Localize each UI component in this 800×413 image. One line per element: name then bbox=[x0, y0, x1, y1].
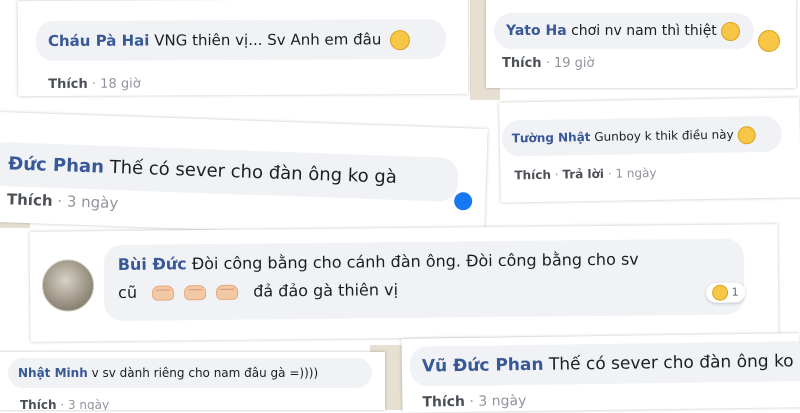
comment-author[interactable]: Đức Phan bbox=[8, 153, 104, 177]
comment-text: VNG thiên vị... Sv Anh em đâu bbox=[154, 30, 382, 50]
comment-actions: Thích · 18 giờ bbox=[48, 76, 141, 93]
comment-card-yato-ha: Yato Ha chơi nv nam thì thiệt Thích · 19… bbox=[486, 0, 796, 88]
comment-card-nhat-minh: Nhật Minh v sv dành riêng cho nam đâu gà… bbox=[0, 352, 385, 410]
laughing-face-icon bbox=[712, 284, 729, 301]
like-link[interactable]: Thích bbox=[48, 77, 88, 92]
reaction-count: 1 bbox=[731, 285, 739, 299]
like-link[interactable]: Thích bbox=[514, 168, 551, 183]
neutral-face-icon bbox=[390, 29, 411, 50]
comment-actions: Thích · 3 ngày bbox=[20, 398, 110, 410]
comment-card-tuong-nhat: Tường Nhật Gunboy k thik điều này Thích … bbox=[499, 97, 800, 203]
comment-actions: Thích · 19 giờ bbox=[502, 56, 595, 71]
like-icon[interactable] bbox=[451, 189, 475, 213]
like-link[interactable]: Thích bbox=[20, 398, 57, 410]
comment-text: Gunboy k thik điều này bbox=[594, 127, 734, 144]
like-link[interactable]: Thích bbox=[422, 394, 465, 411]
comment-actions: Thích · 3 ngày bbox=[422, 393, 527, 411]
smiling-face-icon bbox=[737, 125, 756, 144]
reply-link[interactable]: Trả lời bbox=[562, 167, 604, 182]
comment-bubble: Nhật Minh v sv dành riêng cho nam đâu gà… bbox=[8, 358, 372, 388]
comment-text-line1: Đòi công bằng cho cánh đàn ông. Đòi công… bbox=[191, 249, 639, 274]
comment-timestamp[interactable]: 1 ngày bbox=[615, 166, 656, 181]
comment-author[interactable]: Vũ Đức Phan bbox=[422, 355, 544, 377]
comment-card-duc-phan: Đức Phan Thế có sever cho đàn ông ko gà … bbox=[0, 112, 488, 239]
comment-bubble: Cháu Pà Hai VNG thiên vị... Sv Anh em đâ… bbox=[35, 18, 447, 62]
comment-bubble: Vũ Đức Phan Thế có sever cho đàn ông ko bbox=[409, 340, 800, 387]
avatar[interactable] bbox=[41, 259, 95, 312]
comment-bubble: Bùi Đức Đòi công bằng cho cánh đàn ông. … bbox=[103, 238, 745, 322]
comment-text: Thế có sever cho đàn ông ko gà bbox=[109, 156, 398, 188]
comment-card-bui-duc: Bùi Đức Đòi công bằng cho cánh đàn ông. … bbox=[29, 224, 779, 342]
fist-icon bbox=[184, 285, 207, 301]
comment-timestamp[interactable]: 3 ngày bbox=[68, 398, 109, 410]
comment-card-vu-duc-phan: Vũ Đức Phan Thế có sever cho đàn ông ko … bbox=[401, 333, 800, 413]
reaction-count-pill[interactable]: 1 bbox=[706, 282, 745, 303]
comment-timestamp[interactable]: 3 ngày bbox=[67, 192, 119, 212]
tongue-out-face-icon[interactable] bbox=[758, 30, 780, 52]
comment-actions: Thích · 3 ngày bbox=[6, 190, 119, 213]
comment-author[interactable]: Tường Nhật bbox=[512, 130, 591, 145]
fist-icon bbox=[216, 284, 239, 300]
comment-author[interactable]: Yato Ha bbox=[506, 23, 567, 39]
comment-author[interactable]: Cháu Pà Hai bbox=[48, 31, 150, 50]
comment-bubble: Yato Ha chơi nv nam thì thiệt bbox=[494, 13, 754, 49]
comment-text: v sv dành riêng cho nam đâu gà =)))) bbox=[91, 366, 319, 380]
comment-timestamp[interactable]: 19 giờ bbox=[554, 56, 595, 71]
laughing-tears-face-icon bbox=[721, 21, 741, 41]
comment-timestamp[interactable]: 3 ngày bbox=[478, 393, 526, 410]
comment-card-chau-pa-hai: Cháu Pà Hai VNG thiên vị... Sv Anh em đâ… bbox=[17, 0, 469, 97]
like-link[interactable]: Thích bbox=[502, 56, 542, 71]
comment-author[interactable]: Nhật Minh bbox=[18, 366, 88, 380]
like-link[interactable]: Thích bbox=[7, 190, 53, 210]
comment-text-line2b: đả đảo gà thiên vị bbox=[253, 280, 399, 301]
comment-timestamp[interactable]: 18 giờ bbox=[100, 77, 141, 92]
comment-text: Thế có sever cho đàn ông ko bbox=[548, 351, 794, 375]
comment-bubble: Tường Nhật Gunboy k thik điều này bbox=[501, 115, 783, 157]
fist-icon bbox=[152, 285, 175, 301]
comment-author[interactable]: Bùi Đức bbox=[118, 254, 187, 274]
comment-text: chơi nv nam thì thiệt bbox=[571, 23, 717, 39]
comment-actions: Thích · Trả lời · 1 ngày bbox=[514, 165, 657, 183]
comment-text-line2: cũ bbox=[117, 282, 138, 302]
